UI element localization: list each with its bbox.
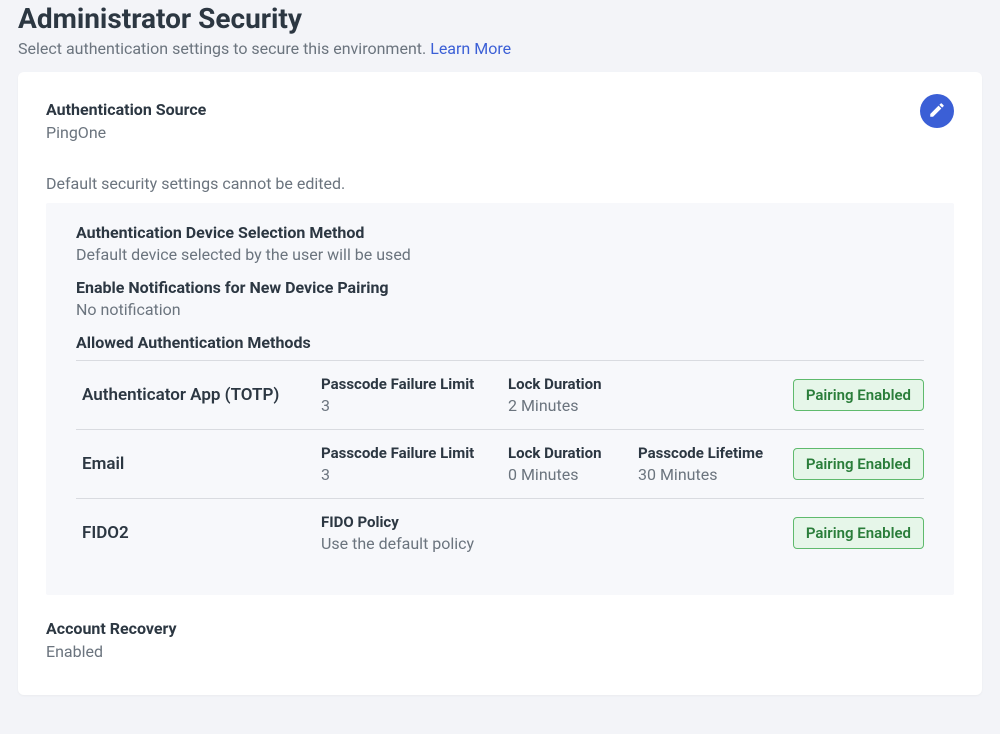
- default-settings-note: Default security settings cannot be edit…: [46, 174, 954, 193]
- subtitle-text: Select authentication settings to secure…: [18, 39, 430, 58]
- account-recovery-value: Enabled: [46, 642, 954, 661]
- pairing-badge: Pairing Enabled: [793, 448, 924, 480]
- device-selection-label: Authentication Device Selection Method: [76, 223, 924, 242]
- device-selection-value: Default device selected by the user will…: [76, 245, 924, 264]
- pencil-icon: [928, 101, 946, 122]
- pairing-badge: Pairing Enabled: [793, 517, 924, 549]
- page-title: Administrator Security: [18, 0, 982, 35]
- edit-button[interactable]: [920, 94, 954, 128]
- page-subtitle: Select authentication settings to secure…: [18, 39, 982, 58]
- notifications-value: No notification: [76, 300, 924, 319]
- col-head: Lock Duration: [508, 375, 626, 393]
- method-name: Email: [76, 454, 321, 474]
- col-head: FIDO Policy: [321, 513, 496, 531]
- col-head: Passcode Failure Limit: [321, 375, 496, 393]
- col-head: Passcode Lifetime: [638, 444, 763, 462]
- allowed-methods-label: Allowed Authentication Methods: [76, 333, 924, 352]
- details-panel: Authentication Device Selection Method D…: [46, 203, 954, 595]
- col-head: Passcode Failure Limit: [321, 444, 496, 462]
- auth-source-value: PingOne: [46, 123, 954, 142]
- col-value: 2 Minutes: [508, 396, 626, 415]
- settings-card: Authentication Source PingOne Default se…: [18, 72, 982, 695]
- method-name: Authenticator App (TOTP): [76, 385, 321, 405]
- account-recovery-label: Account Recovery: [46, 619, 954, 638]
- col-value: 3: [321, 396, 496, 415]
- method-name: FIDO2: [76, 523, 321, 543]
- col-value: 30 Minutes: [638, 465, 763, 484]
- method-row-totp: Authenticator App (TOTP) Passcode Failur…: [76, 360, 924, 429]
- col-value: 0 Minutes: [508, 465, 626, 484]
- method-row-fido2: FIDO2 FIDO Policy Use the default policy…: [76, 498, 924, 567]
- col-value: 3: [321, 465, 496, 484]
- pairing-badge: Pairing Enabled: [793, 379, 924, 411]
- auth-source-label: Authentication Source: [46, 100, 954, 119]
- notifications-label: Enable Notifications for New Device Pair…: [76, 278, 924, 297]
- col-head: Lock Duration: [508, 444, 626, 462]
- method-row-email: Email Passcode Failure Limit 3 Lock Dura…: [76, 429, 924, 498]
- learn-more-link[interactable]: Learn More: [430, 39, 511, 58]
- col-value: Use the default policy: [321, 534, 496, 553]
